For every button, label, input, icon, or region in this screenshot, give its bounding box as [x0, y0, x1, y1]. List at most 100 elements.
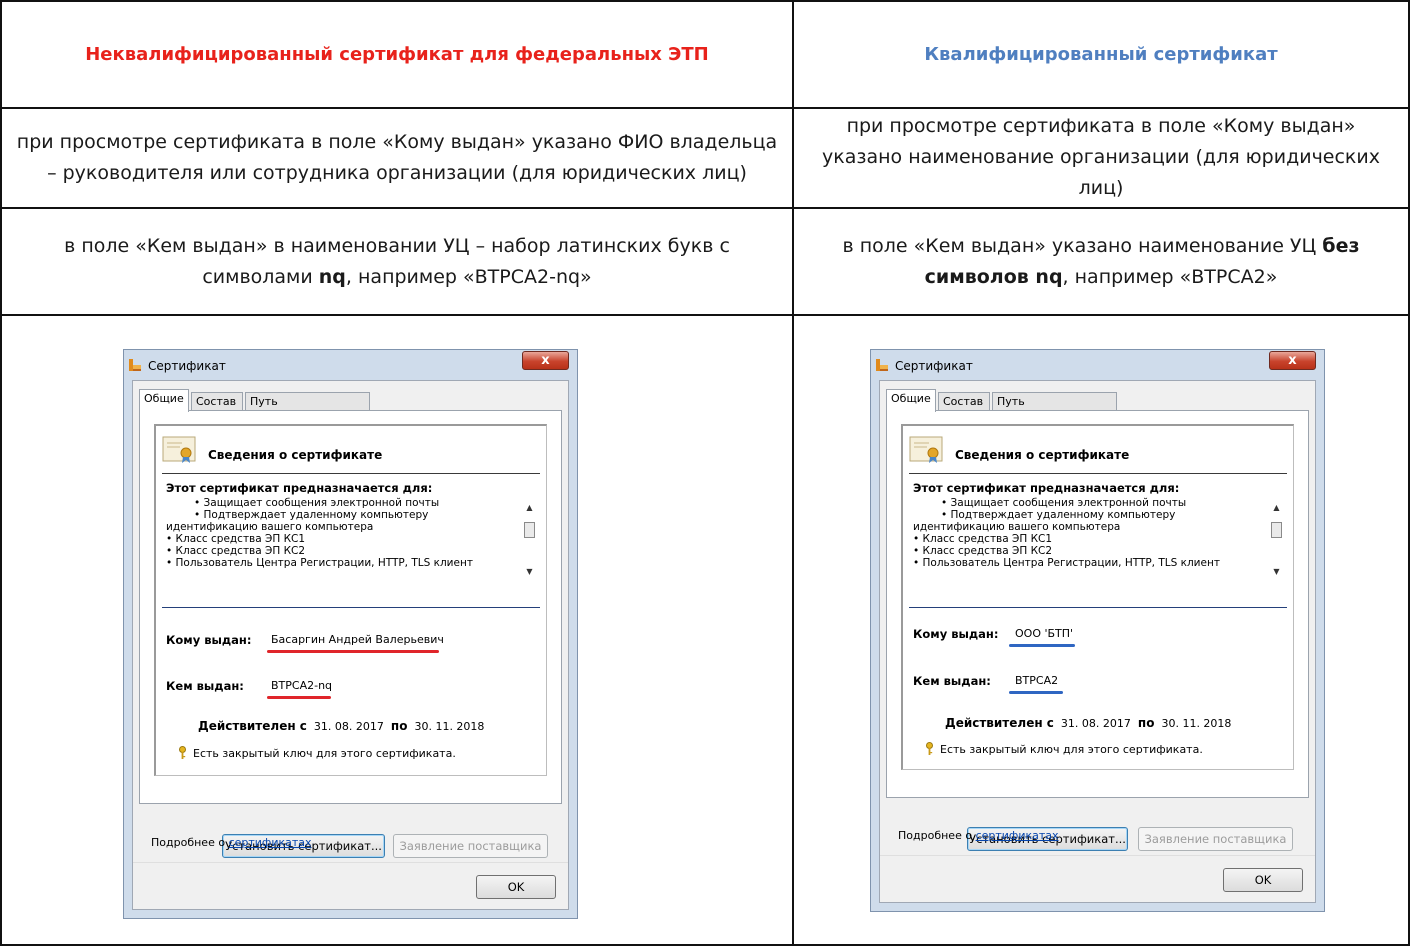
valid-from-label: Действителен с — [198, 719, 307, 733]
tab-panel-general: Сведения о сертификате Этот сертификат п… — [139, 410, 562, 858]
validity-row: Действителен с 31. 08. 2017 по 30. 11. 2… — [945, 716, 1231, 730]
row-issued-to: при просмотре сертификата в поле «Кому в… — [0, 106, 1410, 210]
dialog-title: Сертификат — [895, 359, 973, 373]
issued-to-label: Кому выдан: — [913, 627, 999, 641]
purpose-list: • Защищает сообщения электронной почты •… — [913, 497, 1258, 569]
valid-from-label: Действителен с — [945, 716, 1054, 730]
row2-right-text: в поле «Кем выдан» указано наименование … — [842, 234, 1323, 257]
valid-from-date: 31. 08. 2017 — [313, 720, 384, 733]
separator — [162, 607, 540, 608]
ok-button[interactable]: OK — [476, 875, 556, 899]
certificate-icon — [162, 436, 196, 463]
separator — [162, 473, 540, 474]
dialog-button-bar: OK — [880, 855, 1315, 902]
ok-button[interactable]: OK — [1223, 868, 1303, 892]
certificates-link[interactable]: сертификатах — [229, 836, 312, 849]
private-key-row: Есть закрытый ключ для этого сертификата… — [178, 746, 456, 760]
scroll-thumb[interactable] — [1271, 522, 1282, 538]
valid-to-label: по — [1137, 716, 1155, 730]
row2-right-example: , например «BTPCA2» — [1062, 265, 1278, 288]
valid-to-label: по — [390, 719, 408, 733]
private-key-row: Есть закрытый ключ для этого сертификата… — [925, 742, 1203, 756]
tab-general[interactable]: Общие — [139, 389, 189, 412]
scroll-thumb[interactable] — [524, 522, 535, 538]
blue-underline — [1009, 644, 1075, 647]
row1-right-text: при просмотре сертификата в поле «Кому в… — [792, 106, 1410, 210]
purpose-heading: Этот сертификат предназначается для: — [913, 481, 1180, 495]
issued-by-value: BTPCA2-nq — [271, 679, 333, 692]
issued-to-value: Басаргин Андрей Валерьевич — [271, 633, 444, 646]
row2-left-bold: nq — [318, 265, 346, 288]
private-key-text: Есть закрытый ключ для этого сертификата… — [940, 743, 1203, 756]
purpose-item: • Пользователь Центра Регистрации, HTTP,… — [166, 557, 473, 569]
tab-general[interactable]: Общие — [886, 389, 936, 412]
certificate-info-box: Сведения о сертификате Этот сертификат п… — [154, 424, 547, 776]
dialog-title: Сертификат — [148, 359, 226, 373]
issued-by-label: Кем выдан: — [913, 674, 991, 688]
purpose-item: • Защищает сообщения электронной почты — [194, 497, 440, 509]
dialog-client-area: Общие Состав Путь сертификации Сведения … — [132, 380, 569, 910]
issued-to-value: ООО 'БТП' — [1015, 627, 1074, 640]
tab-panel-general: Сведения о сертификате Этот сертификат п… — [886, 410, 1309, 851]
issued-to-label: Кому выдан: — [166, 633, 252, 647]
header-qualified: Квалифицированный сертификат — [792, 0, 1410, 109]
learn-more-row: Подробнее о сертификатах — [151, 836, 312, 849]
key-icon — [926, 742, 933, 755]
learn-more-prefix: Подробнее о — [898, 829, 976, 842]
issuer-statement-button[interactable]: Заявление поставщика — [1138, 827, 1293, 851]
scroll-down-icon[interactable]: ▼ — [523, 566, 536, 578]
certificate-dialog-unqualified: Сертификат x Общие Состав Путь сертифика… — [123, 349, 578, 919]
tab-certification-path[interactable]: Путь сертификации — [992, 392, 1117, 426]
learn-more-prefix: Подробнее о — [151, 836, 229, 849]
purpose-item: • Подтверждает удаленному компьютеру — [194, 509, 429, 521]
header-row: Неквалифицированный сертификат для федер… — [0, 0, 1410, 109]
dialog-client-area: Общие Состав Путь сертификации Сведения … — [879, 380, 1316, 903]
certificates-link[interactable]: сертификатах — [976, 829, 1059, 842]
tab-details[interactable]: Состав — [191, 392, 243, 411]
tab-certification-path[interactable]: Путь сертификации — [245, 392, 370, 426]
valid-to-date: 30. 11. 2018 — [414, 720, 485, 733]
info-title: Сведения о сертификате — [208, 448, 383, 462]
learn-more-row: Подробнее о сертификатах — [898, 829, 1059, 842]
purpose-item: идентификацию вашего компьютера — [913, 521, 1121, 533]
blue-underline — [1009, 691, 1063, 694]
scroll-down-icon[interactable]: ▼ — [1270, 566, 1283, 578]
purpose-item: • Класс средства ЭП КС1 — [166, 533, 306, 545]
purpose-scrollbar[interactable]: ▲ ▼ — [1270, 502, 1283, 578]
private-key-text: Есть закрытый ключ для этого сертификата… — [193, 747, 456, 760]
close-button[interactable]: x — [522, 351, 569, 370]
scroll-up-icon[interactable]: ▲ — [1270, 502, 1283, 514]
purpose-item: • Подтверждает удаленному компьютеру — [941, 509, 1176, 521]
certificate-app-icon — [876, 359, 888, 371]
purpose-item: • Класс средства ЭП КС1 — [913, 533, 1053, 545]
purpose-scrollbar[interactable]: ▲ ▼ — [523, 502, 536, 578]
issued-by-label: Кем выдан: — [166, 679, 244, 693]
validity-row: Действителен с 31. 08. 2017 по 30. 11. 2… — [198, 719, 484, 733]
row2-left-cell: в поле «Кем выдан» в наименовании УЦ – н… — [0, 207, 794, 316]
row-issued-by: в поле «Кем выдан» в наименовании УЦ – н… — [0, 207, 1410, 316]
purpose-item: • Пользователь Центра Регистрации, HTTP,… — [913, 557, 1220, 569]
dialog-titlebar[interactable]: Сертификат x — [871, 350, 1324, 380]
dialog-titlebar[interactable]: Сертификат x — [124, 350, 577, 380]
close-button[interactable]: x — [1269, 351, 1316, 370]
info-title: Сведения о сертификате — [955, 448, 1130, 462]
separator — [909, 607, 1287, 608]
purpose-list: • Защищает сообщения электронной почты •… — [166, 497, 511, 569]
purpose-item: • Класс средства ЭП КС2 — [913, 545, 1053, 557]
scroll-up-icon[interactable]: ▲ — [523, 502, 536, 514]
certificate-info-box: Сведения о сертификате Этот сертификат п… — [901, 424, 1294, 770]
tab-details[interactable]: Состав — [938, 392, 990, 411]
purpose-heading: Этот сертификат предназначается для: — [166, 481, 433, 495]
certificate-app-icon — [129, 359, 141, 371]
purpose-item: • Защищает сообщения электронной почты — [941, 497, 1187, 509]
header-unqualified: Неквалифицированный сертификат для федер… — [0, 0, 794, 109]
separator — [909, 473, 1287, 474]
valid-to-date: 30. 11. 2018 — [1161, 717, 1232, 730]
certificate-dialog-qualified: Сертификат x Общие Состав Путь сертифика… — [870, 349, 1325, 912]
issuer-statement-button[interactable]: Заявление поставщика — [393, 834, 548, 858]
red-underline — [267, 650, 439, 653]
valid-from-date: 31. 08. 2017 — [1060, 717, 1131, 730]
row2-right-cell: в поле «Кем выдан» указано наименование … — [792, 207, 1410, 316]
issued-by-value: BTPCA2 — [1015, 674, 1059, 687]
row2-left-example: , например «BTPCA2-nq» — [345, 265, 592, 288]
